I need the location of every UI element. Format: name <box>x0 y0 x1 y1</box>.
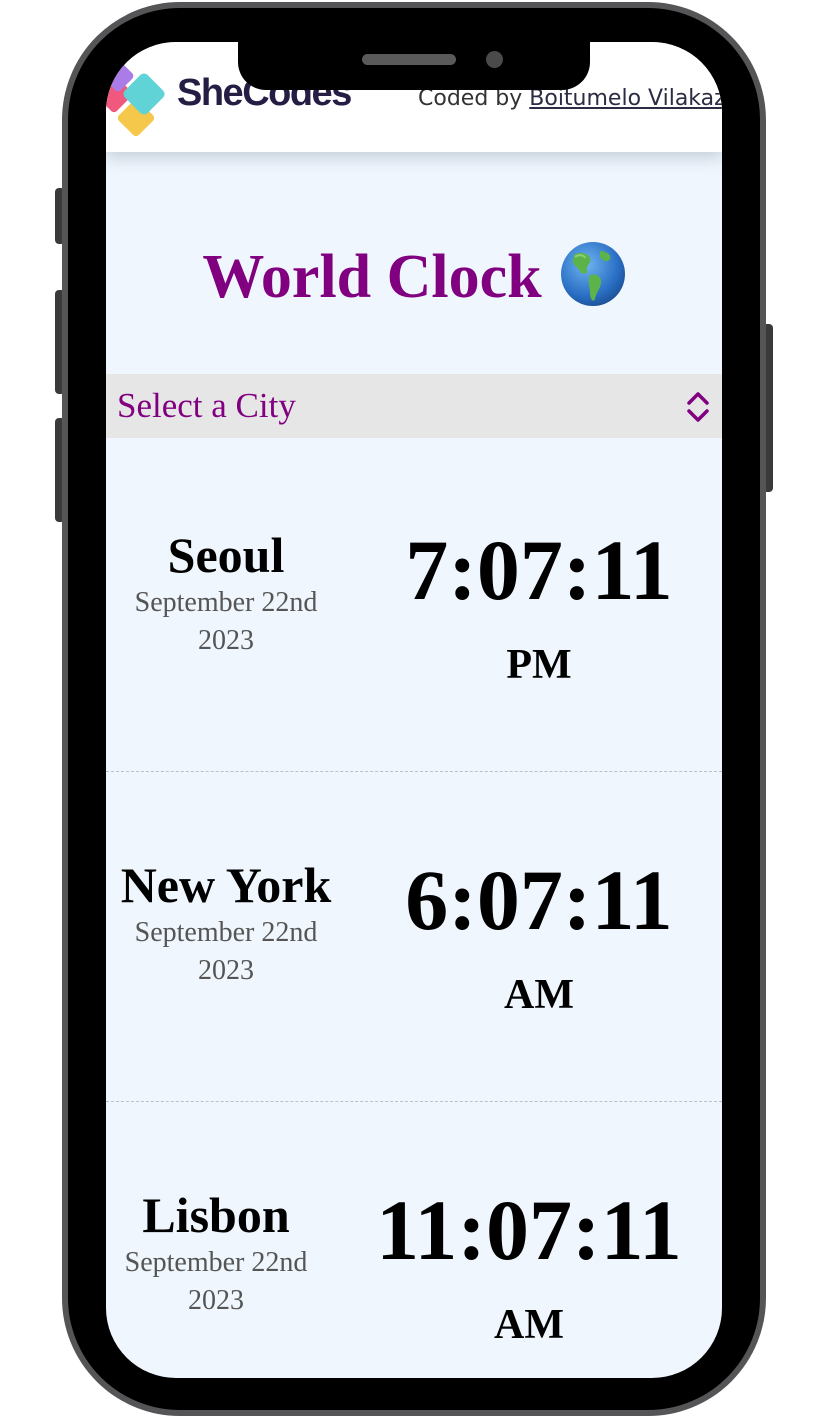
city-ampm: PM <box>506 642 572 688</box>
city-name: Seoul <box>167 527 285 583</box>
city-time: 7:07:11 <box>405 522 673 618</box>
city-clock: 7:07:11 PM <box>356 522 722 690</box>
city-info: Lisbon September 22nd 2023 <box>106 1186 336 1320</box>
globe-americas-icon <box>560 241 625 306</box>
shecodes-logo-icon[interactable] <box>106 62 170 140</box>
city-time: 6:07:11 <box>405 852 673 948</box>
city-time: 11:07:11 <box>376 1182 682 1278</box>
city-select-value: Select a City <box>117 386 296 425</box>
city-select[interactable]: Select a City <box>106 374 722 438</box>
device-mockup: SheCodes Coded by Boitumelo Vilakazi Wor… <box>0 0 828 1419</box>
city-row-lisbon: Lisbon September 22nd 2023 11:07:11 AM <box>106 1102 722 1378</box>
phone-notch <box>238 40 590 90</box>
speaker-grille <box>362 54 456 65</box>
chevron-up-down-icon <box>687 392 709 422</box>
page-title: World Clock <box>202 243 542 311</box>
city-date: September 22nd 2023 <box>134 917 318 986</box>
city-info: New York September 22nd 2023 <box>106 856 346 990</box>
front-camera <box>486 51 503 68</box>
city-clock: 6:07:11 AM <box>356 852 722 1020</box>
city-row-seoul: Seoul September 22nd 2023 7:07:11 PM <box>106 442 722 772</box>
city-name: New York <box>120 857 332 913</box>
city-ampm: AM <box>494 1302 564 1348</box>
city-clock: 11:07:11 AM <box>346 1182 712 1350</box>
city-info: Seoul September 22nd 2023 <box>106 526 346 660</box>
city-row-new-york: New York September 22nd 2023 6:07:11 AM <box>106 772 722 1102</box>
city-name: Lisbon <box>142 1187 290 1243</box>
city-ampm: AM <box>504 972 574 1018</box>
page-title-row: World Clock <box>106 241 722 313</box>
phone-screen: SheCodes Coded by Boitumelo Vilakazi Wor… <box>106 42 722 1378</box>
city-date: September 22nd 2023 <box>124 1247 308 1316</box>
city-date: September 22nd 2023 <box>134 587 318 656</box>
